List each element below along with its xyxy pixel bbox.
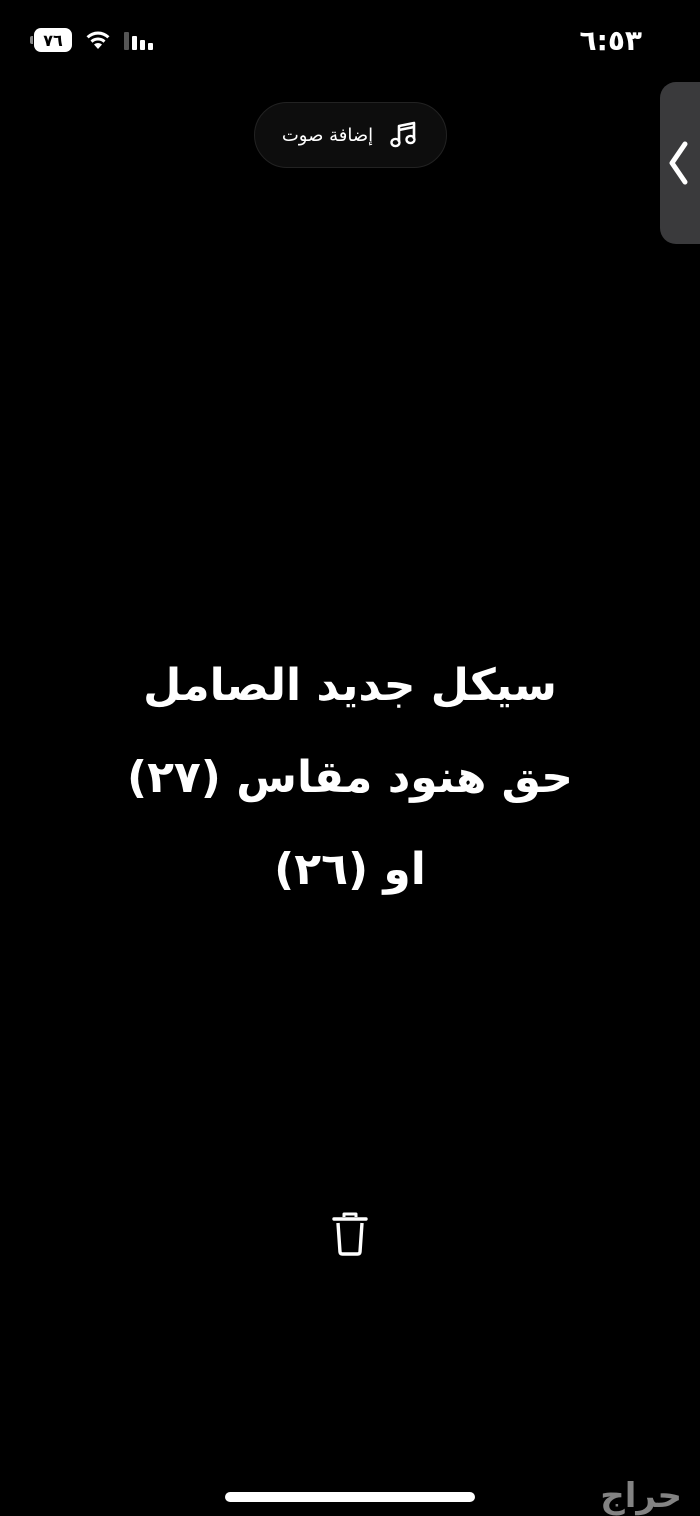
battery-icon: ٧٦ [30,28,72,52]
music-note-icon [390,121,416,148]
story-text-line-1: سيكل جديد الصامل [143,660,557,711]
add-audio-label: إضافة صوت [281,124,374,146]
trash-icon [332,1212,368,1256]
battery-level: ٧٦ [43,30,63,50]
story-text-line-2: حق هنود مقاس (٢٧) [126,752,574,803]
status-time: ٦:٥٣ [579,24,642,57]
status-icons: ٧٦ [30,28,156,52]
delete-button[interactable] [329,1211,371,1257]
battery-cap [30,36,33,44]
cellular-signal-icon [124,32,153,50]
side-panel-handle[interactable] [660,82,700,244]
status-bar: ٧٦ ٦:٥٣ [0,0,700,86]
add-audio-button[interactable]: إضافة صوت [254,102,447,168]
home-indicator[interactable] [225,1492,475,1502]
chevron-left-icon [669,141,688,185]
story-text-overlay[interactable]: سيكل جديد الصامل حق هنود مقاس (٢٧) او (٢… [0,640,700,916]
story-text-line-3: او (٢٦) [274,844,426,895]
wifi-icon [86,31,110,49]
haraj-watermark: حراج [600,1476,682,1516]
